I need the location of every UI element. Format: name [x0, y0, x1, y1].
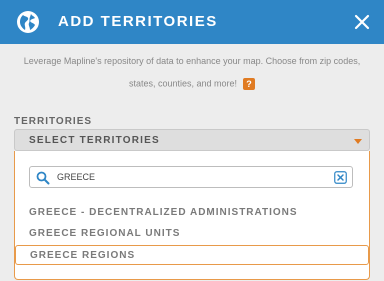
help-icon[interactable]: ? [243, 78, 256, 90]
search-value[interactable]: GREECE [57, 172, 95, 182]
territories-select[interactable]: SELECT TERRITORIES [14, 129, 370, 151]
add-territories-dialog: ADD TERRITORIES Leverage Mapline's repos… [0, 0, 384, 281]
close-icon[interactable] [353, 13, 371, 31]
dialog-title: ADD TERRITORIES [58, 13, 218, 30]
chevron-down-icon[interactable] [354, 139, 362, 144]
territory-search-input[interactable]: GREECE [29, 166, 353, 188]
dialog-header: ADD TERRITORIES [0, 0, 384, 44]
territory-option[interactable]: GREECE REGIONAL UNITS [15, 224, 369, 244]
description-line-2: states, counties, and more!? [0, 78, 384, 90]
search-icon [36, 171, 50, 185]
globe-icon [17, 11, 39, 33]
territories-section-label: TERRITORIES [14, 116, 93, 127]
territory-option-label: GREECE - DECENTRALIZED ADMINISTRATIONS [29, 207, 298, 218]
territory-option-label: GREECE REGIONAL UNITS [29, 228, 181, 239]
clear-search-icon[interactable] [334, 171, 347, 184]
territory-option-label: GREECE REGIONS [30, 250, 136, 261]
territory-option[interactable]: GREECE - DECENTRALIZED ADMINISTRATIONS [15, 203, 369, 223]
description-line-2-text: states, counties, and more! [128, 78, 238, 89]
territories-select-label: SELECT TERRITORIES [29, 135, 160, 146]
description-line-1: Leverage Mapline's repository of data to… [23, 56, 361, 66]
dialog-description: Leverage Mapline's repository of data to… [0, 44, 384, 98]
territory-option-selected[interactable]: GREECE REGIONS [15, 245, 369, 265]
